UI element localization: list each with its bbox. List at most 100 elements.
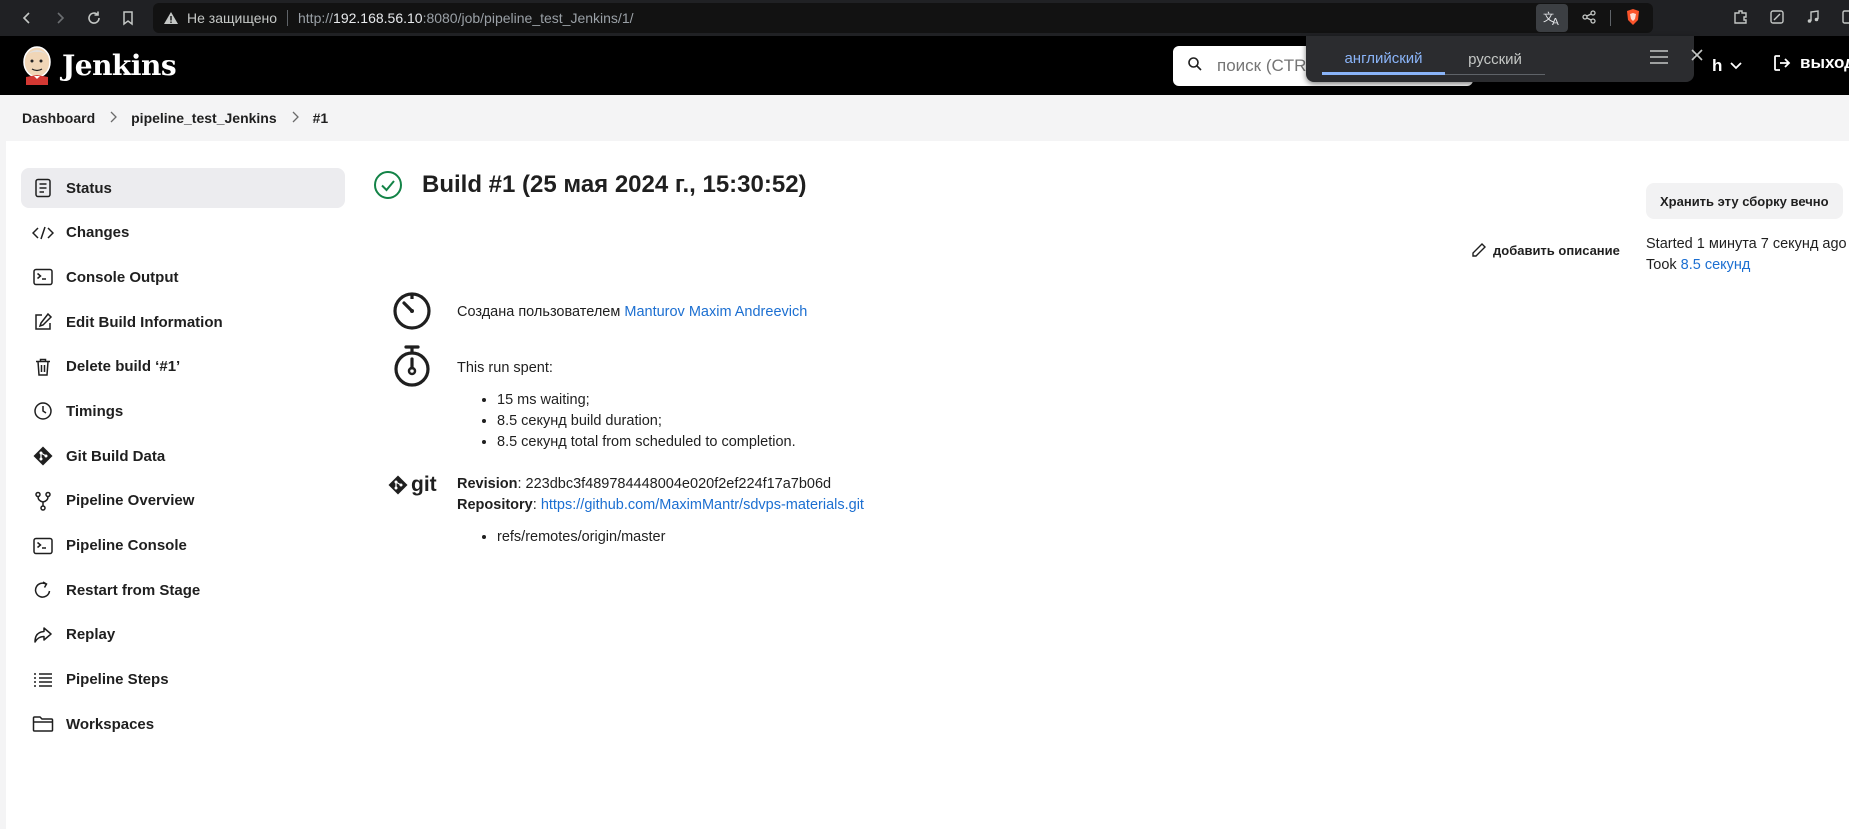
close-icon[interactable] bbox=[1690, 48, 1704, 67]
build-timing-info: Started 1 минута 7 секунд ago Took 8.5 с… bbox=[1646, 234, 1847, 276]
breadcrumb: Dashboard pipeline_test_Jenkins #1 bbox=[22, 110, 328, 126]
sidebar-item-edit-build-information[interactable]: Edit Build Information bbox=[21, 302, 345, 342]
colon: : bbox=[517, 476, 526, 492]
url-prefix: http:// bbox=[298, 10, 334, 26]
code-icon bbox=[32, 222, 54, 244]
svg-text:A: A bbox=[1552, 17, 1559, 26]
sidebar-toggle-icon[interactable] bbox=[1838, 6, 1849, 28]
sidebar-item-label: Pipeline Overview bbox=[66, 492, 195, 510]
sidebar-item-changes[interactable]: Changes bbox=[21, 213, 345, 253]
sidebar-item-workspaces[interactable]: Workspaces bbox=[21, 704, 345, 744]
forward-button[interactable] bbox=[48, 6, 72, 30]
back-button[interactable] bbox=[15, 6, 39, 30]
warning-icon[interactable] bbox=[163, 11, 179, 25]
reload-button[interactable] bbox=[82, 6, 106, 30]
clock-icon bbox=[32, 400, 54, 422]
pencil-icon bbox=[1472, 243, 1486, 257]
sidebar-item-restart-from-stage[interactable]: Restart from Stage bbox=[21, 570, 345, 610]
url-host: 192.168.56.10 bbox=[333, 10, 423, 26]
terminal-icon bbox=[32, 535, 54, 557]
refs-list: refs/remotes/origin/master bbox=[497, 527, 864, 548]
branch-icon bbox=[32, 490, 54, 512]
sidebar-item-label: Changes bbox=[66, 224, 130, 242]
extensions-icon[interactable] bbox=[1730, 6, 1752, 28]
sidebar-item-label: Console Output bbox=[66, 268, 179, 286]
repository-line: Repository: https://github.com/MaximMant… bbox=[457, 495, 864, 516]
sidebar-item-label: Restart from Stage bbox=[66, 581, 201, 599]
sidebar-item-label: Replay bbox=[66, 626, 116, 644]
trash-icon bbox=[32, 356, 54, 378]
chevron-down-icon[interactable] bbox=[1730, 62, 1743, 70]
sidebar-item-label: Workspaces bbox=[66, 715, 155, 733]
sidebar-item-label: Edit Build Information bbox=[66, 313, 223, 331]
page-left-border bbox=[0, 141, 6, 829]
breadcrumb-bar: Dashboard pipeline_test_Jenkins #1 bbox=[0, 95, 1849, 141]
menu-icon[interactable] bbox=[1649, 49, 1669, 70]
logout-icon bbox=[1774, 55, 1791, 71]
repository-link[interactable]: https://github.com/MaximMantr/sdvps-mate… bbox=[541, 497, 864, 513]
sidebar-item-git-build-data[interactable]: Git Build Data bbox=[21, 436, 345, 476]
media-icon[interactable] bbox=[1802, 6, 1824, 28]
stopwatch-icon bbox=[394, 345, 430, 387]
sidebar-item-pipeline-overview[interactable]: Pipeline Overview bbox=[21, 481, 345, 521]
jenkins-logo[interactable]: Jenkins bbox=[20, 45, 177, 85]
add-description-link[interactable]: добавить описание bbox=[1471, 242, 1620, 258]
revision-value: 223dbc3f489784448004e020f2ef224f17a7b06d bbox=[525, 476, 832, 492]
translate-popup: английский русский bbox=[1306, 36, 1703, 82]
sidebar-item-label: Pipeline Steps bbox=[66, 671, 169, 689]
took-line: Took 8.5 секунд bbox=[1646, 255, 1847, 276]
translate-tab-english[interactable]: английский bbox=[1322, 45, 1445, 75]
chevron-right-icon bbox=[291, 110, 299, 126]
sidebar-item-label: Timings bbox=[66, 402, 124, 420]
created-by-prefix: Создана пользователем bbox=[457, 304, 625, 320]
add-description-label: добавить описание bbox=[1493, 242, 1620, 258]
brave-shield-icon[interactable] bbox=[1625, 8, 1641, 29]
list-item: refs/remotes/origin/master bbox=[497, 527, 864, 548]
git-logo-text: git bbox=[411, 473, 437, 496]
sidebar: Status Changes Console Output Edit Build… bbox=[21, 168, 345, 749]
sidebar-item-pipeline-console[interactable]: Pipeline Console bbox=[21, 526, 345, 566]
breadcrumb-dashboard[interactable]: Dashboard bbox=[22, 110, 95, 126]
translate-icon[interactable]: 文A bbox=[1536, 4, 1568, 32]
run-spent-list: 15 ms waiting; 8.5 секунд build duration… bbox=[497, 390, 796, 453]
created-by-text: Создана пользователем Manturov Maxim And… bbox=[457, 302, 807, 323]
translate-tab-russian[interactable]: русский bbox=[1445, 45, 1545, 75]
sidebar-item-delete-build[interactable]: Delete build ‘#1’ bbox=[21, 347, 345, 387]
jenkins-brand[interactable]: Jenkins bbox=[62, 49, 177, 82]
url-text[interactable]: http://192.168.56.10:8080/job/pipeline_t… bbox=[298, 10, 634, 26]
user-link[interactable]: Manturov Maxim Andreevich bbox=[624, 304, 807, 320]
success-check-icon bbox=[374, 171, 402, 199]
user-menu[interactable]: h bbox=[1712, 56, 1743, 76]
logout-button[interactable]: выход bbox=[1772, 53, 1849, 73]
run-spent-row: This run spent: 15 ms waiting; 8.5 секун… bbox=[391, 344, 796, 453]
git-logo: git bbox=[388, 473, 437, 497]
sidebar-item-label: Delete build ‘#1’ bbox=[66, 358, 181, 376]
breadcrumb-job[interactable]: pipeline_test_Jenkins bbox=[131, 110, 277, 126]
search-icon bbox=[1187, 56, 1203, 77]
sidebar-item-console-output[interactable]: Console Output bbox=[21, 257, 345, 297]
sidebar-item-timings[interactable]: Timings bbox=[21, 391, 345, 431]
user-name[interactable]: h bbox=[1712, 56, 1722, 76]
sidebar-item-status[interactable]: Status bbox=[21, 168, 345, 208]
share-icon[interactable] bbox=[1582, 9, 1596, 27]
page-title: Build #1 (25 мая 2024 г., 15:30:52) bbox=[422, 171, 807, 198]
sidebar-item-pipeline-steps[interactable]: Pipeline Steps bbox=[21, 660, 345, 700]
terminal-icon bbox=[32, 266, 54, 288]
took-duration-link[interactable]: 8.5 секунд bbox=[1681, 257, 1751, 273]
browser-toolbar: Не защищено http://192.168.56.10:8080/jo… bbox=[0, 0, 1849, 36]
git-row: git Revision: 223dbc3f489784448004e020f2… bbox=[388, 473, 864, 548]
took-prefix: Took bbox=[1646, 257, 1681, 273]
edit-page-icon[interactable] bbox=[1766, 6, 1788, 28]
breadcrumb-build[interactable]: #1 bbox=[313, 110, 329, 126]
not-secure-label[interactable]: Не защищено bbox=[187, 10, 277, 26]
url-path: :8080/job/pipeline_test_Jenkins/1/ bbox=[422, 10, 634, 26]
logout-label[interactable]: выход bbox=[1800, 53, 1849, 73]
repository-label: Repository bbox=[457, 497, 533, 513]
url-separator bbox=[287, 10, 288, 26]
keep-forever-button[interactable]: Хранить эту сборку вечно bbox=[1646, 183, 1843, 219]
sidebar-item-replay[interactable]: Replay bbox=[21, 615, 345, 655]
revision-label: Revision bbox=[457, 476, 518, 492]
sidebar-item-label: Status bbox=[66, 179, 112, 197]
address-bar[interactable]: Не защищено http://192.168.56.10:8080/jo… bbox=[153, 3, 1653, 33]
bookmark-button[interactable] bbox=[116, 6, 140, 30]
